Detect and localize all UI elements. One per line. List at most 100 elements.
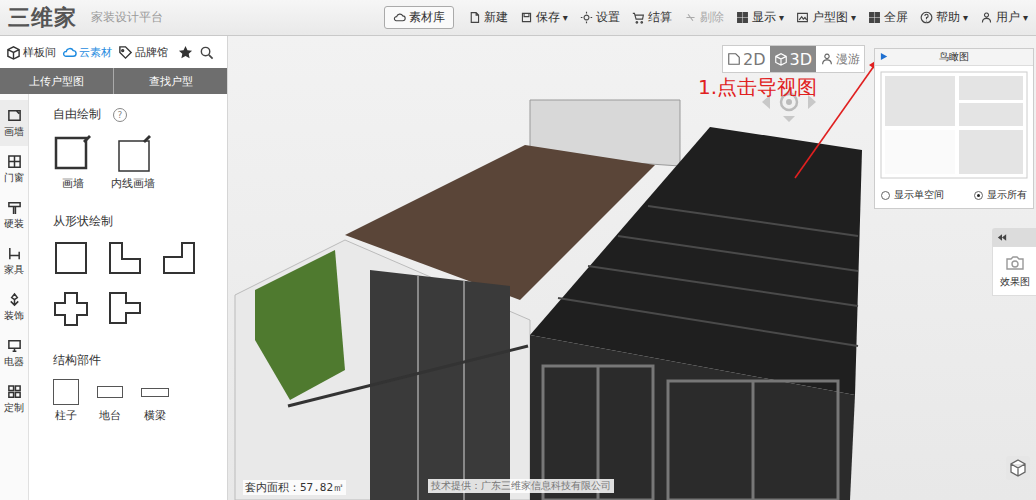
- toolbar-label: 帮助: [936, 10, 960, 25]
- floorplan-actions: 上传户型图查找户型: [0, 68, 227, 94]
- credit-watermark: 技术提供：广东三维家信息科技有限公司: [428, 479, 614, 493]
- category-item[interactable]: 电器: [0, 330, 28, 376]
- toolbar-label: 剔除: [700, 10, 724, 25]
- draw-tool[interactable]: 画墙: [53, 133, 93, 191]
- radio-icon: [881, 191, 890, 200]
- shape-icon[interactable]: [53, 240, 89, 276]
- toolbar-item[interactable]: 结算: [628, 7, 676, 28]
- render-label: 效果图: [1000, 275, 1030, 289]
- view-mode-button[interactable]: 3D: [770, 46, 817, 72]
- library-tab-icon: [6, 45, 21, 60]
- structure-tools: 柱子 地台 横梁: [53, 379, 227, 423]
- view-mode-label: 2D: [743, 50, 766, 69]
- category-item[interactable]: 定制: [0, 376, 28, 422]
- toolbar-label: 结算: [648, 10, 672, 25]
- toolbar-item[interactable]: 素材库: [384, 6, 454, 29]
- structure-icon: [97, 386, 123, 398]
- structure-icon: [53, 379, 79, 405]
- toolbar-icon: [520, 11, 533, 24]
- toolbar-item[interactable]: 帮助 ▾: [916, 7, 972, 28]
- category-item[interactable]: 门窗: [0, 146, 28, 192]
- render-button[interactable]: 效果图: [992, 246, 1036, 296]
- collapse-button[interactable]: [992, 228, 1036, 246]
- help-icon[interactable]: ?: [113, 108, 127, 122]
- structure-tool[interactable]: 柱子: [53, 379, 79, 423]
- search-icon[interactable]: [199, 45, 214, 60]
- shape-tools: [53, 240, 227, 326]
- minimap-radio[interactable]: 显示单空间: [881, 188, 944, 202]
- category-item[interactable]: 装饰: [0, 284, 28, 330]
- floorplan-map[interactable]: [879, 70, 1029, 180]
- 3d-canvas[interactable]: 2D 3D 漫游 1.点击导视图 鸟瞰图 显示单空间 显示所有 效果图 套内面积…: [228, 36, 1036, 500]
- view-mode-button[interactable]: 2D: [723, 46, 770, 72]
- category-item[interactable]: 家具: [0, 238, 28, 284]
- toolbar-icon: [980, 11, 993, 24]
- category-item[interactable]: 硬装: [0, 192, 28, 238]
- minimap-panel: 鸟瞰图 显示单空间 显示所有: [874, 48, 1034, 209]
- tool-label: 内线画墙: [111, 176, 155, 191]
- floorplan-action-button[interactable]: 上传户型图: [0, 68, 113, 94]
- logo[interactable]: 三维家: [8, 7, 77, 29]
- caret-icon: ▾: [779, 12, 784, 23]
- toolbar-item[interactable]: 新建: [464, 7, 512, 28]
- toolbar-item[interactable]: 设置: [576, 7, 624, 28]
- star-icon[interactable]: [178, 45, 193, 60]
- top-bar: 三维家 家装设计平台 素材库 新建 保存 ▾ 设置 结算 剔除 显示 ▾ 户型图…: [0, 0, 1036, 36]
- category-icon: [7, 200, 22, 215]
- tool-label: 横梁: [144, 408, 166, 423]
- toolbar-menu: 素材库 新建 保存 ▾ 设置 结算 剔除 显示 ▾ 户型图 ▾ 全屏 帮助 ▾ …: [384, 6, 1032, 29]
- wall-icon: [53, 133, 93, 173]
- expand-icon[interactable]: [880, 52, 889, 61]
- app-window: 三维家 家装设计平台 素材库 新建 保存 ▾ 设置 结算 剔除 显示 ▾ 户型图…: [0, 0, 1036, 500]
- caret-icon: ▾: [963, 12, 968, 23]
- category-icon: [7, 384, 22, 399]
- cube-icon[interactable]: [1006, 456, 1030, 480]
- toolbar-item[interactable]: 剔除: [680, 7, 728, 28]
- toolbar-icon: [736, 11, 749, 24]
- category-icon: [7, 338, 22, 353]
- annotation-label: 1.点击导视图: [698, 74, 817, 101]
- structure-tool[interactable]: 地台: [97, 379, 123, 423]
- shape-icon[interactable]: [107, 240, 143, 276]
- shape-icon[interactable]: [107, 290, 143, 326]
- category-item[interactable]: 画墙: [0, 100, 28, 146]
- minimap-header: 鸟瞰图: [875, 49, 1033, 66]
- structure-tool[interactable]: 横梁: [141, 379, 169, 423]
- toolbar-item[interactable]: 全屏: [864, 7, 912, 28]
- toolbar-label: 设置: [596, 10, 620, 25]
- category-label: 画墙: [4, 125, 24, 139]
- camera-icon: [1005, 255, 1025, 271]
- category-label: 门窗: [4, 171, 24, 185]
- view-mode-button[interactable]: 漫游: [816, 46, 864, 72]
- toolbar-item[interactable]: 用户 ▾: [976, 7, 1032, 28]
- tool-label: 地台: [99, 408, 121, 423]
- toolbar-label: 保存: [536, 10, 560, 25]
- view-mode-label: 3D: [790, 50, 813, 69]
- toolbar-label: 素材库: [409, 10, 445, 25]
- toolbar-item[interactable]: 显示 ▾: [732, 7, 788, 28]
- caret-icon: ▾: [563, 12, 568, 23]
- category-icon: [7, 108, 22, 123]
- inner-wall-icon: [113, 133, 153, 173]
- minimap-title: 鸟瞰图: [939, 50, 969, 64]
- free-draw-tools: 画墙 内线画墙: [53, 133, 227, 191]
- library-tabs: 样板间 云素材 品牌馆: [0, 36, 227, 68]
- library-tab[interactable]: 样板间: [6, 45, 56, 60]
- shape-icon[interactable]: [53, 290, 89, 326]
- floorplan-action-button[interactable]: 查找户型: [113, 68, 227, 94]
- library-tab[interactable]: 云素材: [62, 45, 112, 60]
- toolbar-item[interactable]: 户型图 ▾: [792, 7, 860, 28]
- caret-icon: ▾: [1023, 12, 1028, 23]
- brand: 三维家 家装设计平台: [8, 7, 163, 29]
- shape-icon[interactable]: [161, 240, 197, 276]
- minimap-radio[interactable]: 显示所有: [974, 188, 1027, 202]
- category-icon: [7, 154, 22, 169]
- toolbar-item[interactable]: 保存 ▾: [516, 7, 572, 28]
- toolbar-label: 全屏: [884, 10, 908, 25]
- toolbar-icon: [393, 11, 406, 24]
- render-panel: 效果图: [992, 228, 1036, 296]
- toolbar-icon: [684, 11, 697, 24]
- draw-tool[interactable]: 内线画墙: [111, 133, 155, 191]
- library-tab[interactable]: 品牌馆: [118, 45, 168, 60]
- toolbar-label: 显示: [752, 10, 776, 25]
